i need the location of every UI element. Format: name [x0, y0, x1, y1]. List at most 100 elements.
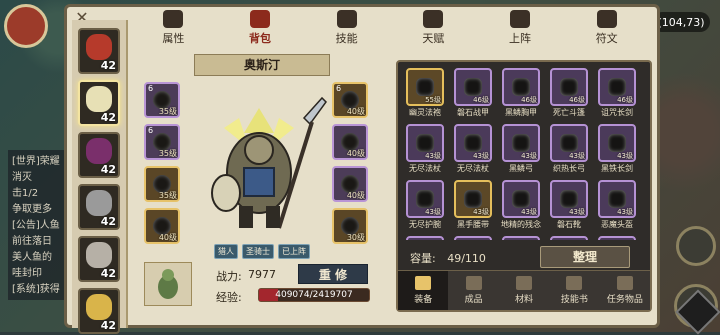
equipment-slot[interactable]: 40级 [144, 208, 180, 244]
bag-item[interactable] [404, 236, 446, 240]
hammer-icon [415, 276, 432, 290]
bag-item[interactable]: 46级 死亡斗篷 [548, 68, 590, 120]
bag-item[interactable]: 43级 无尽护腕 [404, 180, 446, 232]
hero-badge: 猎人 [214, 244, 238, 259]
slot-level: 40级 [346, 191, 365, 200]
tab-4[interactable]: 上阵 [477, 10, 564, 46]
tab-2[interactable]: 技能 [303, 10, 390, 46]
bag-tab-0[interactable]: 装备 [398, 271, 449, 310]
bag-item[interactable]: 43级黑鳞弓 [500, 124, 542, 176]
bag-item[interactable]: 43级 黑铁长剑 [596, 124, 638, 176]
bag-item[interactable]: 43级恶魔头盔 [596, 180, 638, 232]
item-frame: 43级 [454, 180, 492, 218]
bag-item[interactable] [596, 236, 638, 240]
bag-tabs: 装备 成品 材料 技能书 任务物品 [398, 270, 650, 310]
item-frame: 43级 [598, 180, 636, 218]
item-frame: 43级 [550, 180, 588, 218]
slot-count: 6 [148, 84, 154, 93]
item-name: 地精的残念 [501, 220, 541, 229]
character-level: 42 [100, 319, 116, 332]
character-portrait [86, 138, 112, 164]
character-portrait [86, 190, 112, 216]
item-icon [560, 190, 578, 208]
bag-item[interactable]: 46级 诅咒长剑 [596, 68, 638, 120]
capacity-readout: 容量: 49/110 [410, 250, 486, 266]
bag-item[interactable]: 43级 地精的残念 [500, 180, 542, 232]
tab-0[interactable]: 属性 [130, 10, 217, 46]
character-slot[interactable]: 42 [78, 28, 120, 74]
character-slot[interactable]: 42 [78, 132, 120, 178]
equipment-slot[interactable]: 6 40级 [332, 82, 368, 118]
item-frame: 55级 [406, 68, 444, 106]
quest-icon [616, 276, 633, 290]
sort-button[interactable]: 整理 [540, 246, 630, 268]
item-name: 恶魔头盔 [601, 220, 633, 229]
bag-item[interactable] [500, 236, 542, 240]
equipment-slot[interactable]: 30级 [332, 208, 368, 244]
skillbook-icon [566, 276, 583, 290]
exp-bar: 409074/2419707 [258, 288, 370, 302]
tab-label: 天赋 [422, 32, 445, 45]
character-slot[interactable]: 42 [78, 184, 120, 230]
bag-item[interactable] [452, 236, 494, 240]
house-icon [596, 10, 617, 28]
tab-label: 属性 [162, 32, 185, 45]
equipment-slot[interactable]: 40级 [332, 166, 368, 202]
item-name: 黑铁长剑 [601, 164, 633, 173]
coordinates-readout: (104,73) [652, 12, 710, 32]
item-name: 死亡斗篷 [553, 108, 585, 117]
power-value: 7977 [248, 268, 276, 281]
character-slot[interactable]: 42 [78, 80, 120, 126]
bag-tab-3[interactable]: 技能书 [549, 271, 599, 310]
item-name: 无尽法杖 [409, 164, 441, 173]
bag-item[interactable]: 43级 黑手腰带 [452, 180, 494, 232]
bag-item[interactable]: 46级 黑鳞胸甲 [500, 68, 542, 120]
item-level: 46级 [617, 96, 633, 104]
equipment-slot[interactable]: 35级 [144, 166, 180, 202]
tab-1[interactable]: 背包 [217, 10, 304, 46]
bag-item[interactable]: 43级 无尽法杖 [452, 124, 494, 176]
equipment-slot[interactable]: 6 35级 [144, 124, 180, 160]
bag-item[interactable]: 46级 磐石战甲 [452, 68, 494, 120]
item-name: 黑鳞弓 [509, 164, 533, 173]
bag-tab-2[interactable]: 材料 [499, 271, 549, 310]
tab-3[interactable]: 天赋 [390, 10, 477, 46]
side-action-button[interactable] [676, 226, 716, 266]
character-slot[interactable]: 42 [78, 236, 120, 282]
character-portrait [86, 294, 112, 320]
item-level: 55级 [425, 96, 441, 104]
equipment-slot[interactable]: 6 35级 [144, 82, 180, 118]
item-name: 织热长弓 [553, 164, 585, 173]
item-frame: 43级 [502, 124, 540, 162]
bag-tab-label: 任务物品 [606, 295, 643, 305]
bag-panel: 55级 幽灵法袍 46级 磐石战甲 46级 黑鳞胸甲 46级 死亡斗篷 46级 诅咒长剑 43级 无尽… [396, 60, 652, 312]
bag-item[interactable]: 43级 磐石靴 [548, 180, 590, 232]
repair-button[interactable]: 重 修 [298, 264, 368, 284]
slot-level: 40级 [346, 107, 365, 116]
bag-item[interactable] [548, 236, 590, 240]
item-frame: 43级 [406, 124, 444, 162]
slot-count: 6 [336, 84, 342, 93]
bag-grid[interactable]: 55级 幽灵法袍 46级 磐石战甲 46级 黑鳞胸甲 46级 死亡斗篷 46级 诅咒长剑 43级 无尽… [404, 68, 648, 240]
item-name: 幽灵法袍 [409, 108, 441, 117]
bag-item[interactable]: 55级幽灵法袍 [404, 68, 446, 120]
bag-tab-4[interactable]: 任务物品 [600, 271, 650, 310]
exp-label: 经验: [216, 291, 242, 304]
player-avatar[interactable] [4, 4, 48, 48]
bag-tab-label: 材料 [515, 295, 534, 305]
item-level: 43级 [425, 208, 441, 216]
bag-item[interactable]: 43级无尽法杖 [404, 124, 446, 176]
equipment-slot[interactable]: 40级 [332, 124, 368, 160]
slot-level: 30级 [346, 233, 365, 242]
bag-tab-1[interactable]: 成品 [448, 271, 498, 310]
bag-tab-label: 装备 [414, 295, 433, 305]
hero-badges: 猎人 圣骑士 已上阵 [214, 244, 310, 259]
tab-5[interactable]: 符文 [563, 10, 650, 46]
ore-icon [516, 276, 533, 290]
tab-bar: 属性 背包 技能 天赋 上阵 符文 [130, 10, 650, 46]
pet-portrait[interactable] [144, 262, 192, 306]
slot-level: 35级 [158, 149, 177, 158]
bag-item[interactable]: 43级 织热长弓 [548, 124, 590, 176]
slot-count: 6 [148, 126, 154, 135]
character-slot[interactable]: 42 [78, 288, 120, 334]
